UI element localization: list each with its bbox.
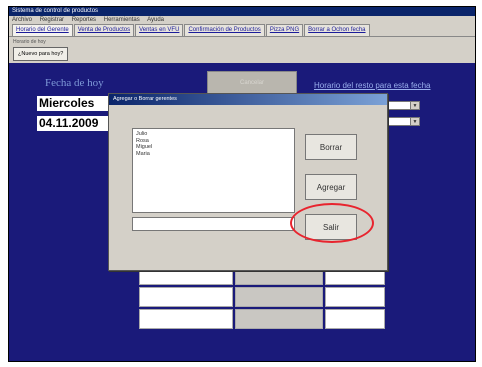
- manager-listbox[interactable]: Julio Rosa Miguel Maria: [132, 128, 295, 213]
- menu-item-registrar[interactable]: Registrar: [40, 17, 64, 23]
- table-cell: [235, 287, 323, 307]
- menu-item-herramientas[interactable]: Herramientas: [104, 17, 140, 23]
- table-cell[interactable]: [139, 309, 233, 329]
- chevron-down-icon: ▼: [410, 102, 419, 109]
- menu-item-ayuda[interactable]: Ayuda: [147, 17, 164, 23]
- manager-dialog: Agregar o Borrar gerentes Julio Rosa Mig…: [108, 93, 388, 271]
- tab-horario-gerente[interactable]: Horario del Gerente: [12, 24, 73, 36]
- tab-ventas-vfu[interactable]: Ventas en VFU: [135, 24, 184, 36]
- date-label: Fecha de hoy: [45, 77, 104, 89]
- delete-button[interactable]: Borrar: [305, 134, 357, 160]
- tab-confirmacion[interactable]: Confirmación de Productos: [184, 24, 265, 36]
- tab-borrar[interactable]: Borrar a Ochon fecha: [304, 24, 370, 36]
- chevron-down-icon: ▼: [410, 118, 419, 125]
- table-cell[interactable]: [325, 309, 385, 329]
- table-cell[interactable]: [139, 287, 233, 307]
- tab-pizza[interactable]: Pizza PNG: [265, 24, 304, 36]
- table-cell[interactable]: [325, 287, 385, 307]
- tab-venta-productos[interactable]: Venta de Productos: [73, 24, 135, 36]
- table-cell: [235, 309, 323, 329]
- new-today-button[interactable]: ¿Nuevo para hoy?: [13, 47, 69, 61]
- menu-item-archivo[interactable]: Archivo: [12, 17, 32, 23]
- schedule-link[interactable]: Horario del resto para esta fecha: [314, 81, 431, 90]
- highlight-circle: [290, 203, 374, 243]
- menu-item-reportes[interactable]: Reportes: [72, 17, 96, 23]
- cancel-button[interactable]: Cancelar: [207, 71, 297, 95]
- subtab-area: Horario de hoy ¿Nuevo para hoy?: [9, 37, 475, 63]
- manager-name-input[interactable]: [132, 217, 295, 231]
- subtab-label: Horario de hoy: [13, 39, 46, 45]
- dialog-title: Agregar o Borrar gerentes: [109, 94, 387, 105]
- list-item[interactable]: Maria: [136, 151, 291, 158]
- add-button[interactable]: Agregar: [305, 174, 357, 200]
- tab-bar: Horario del Gerente Venta de Productos V…: [9, 24, 475, 37]
- window-title: Sistema de control de productos: [9, 7, 475, 16]
